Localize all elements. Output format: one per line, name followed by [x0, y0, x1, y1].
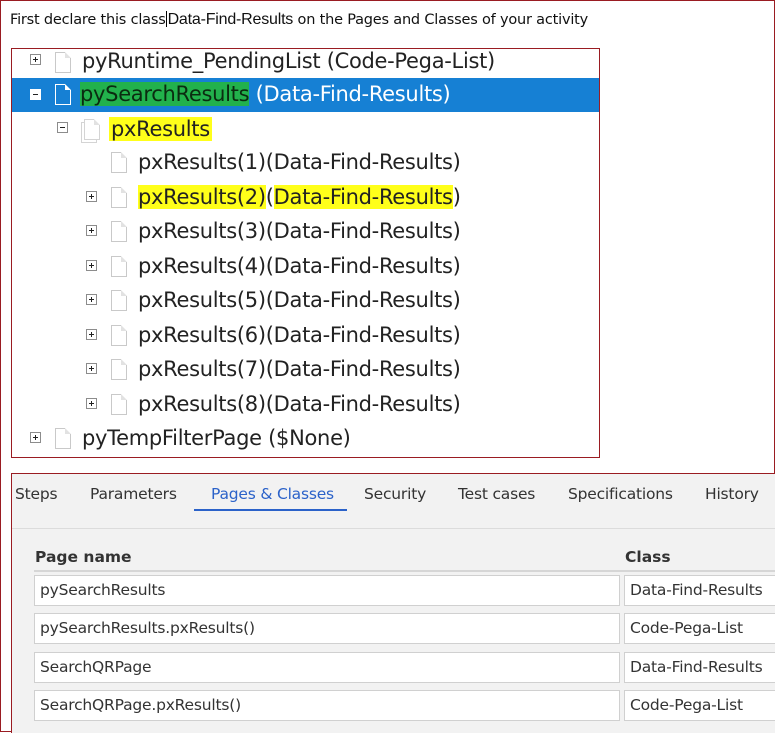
- expand-icon[interactable]: [86, 398, 97, 409]
- tab-pages-and-classes[interactable]: Pages & Classes: [211, 485, 334, 503]
- tree-node-label: pxResults(3)(Data-Find-Results): [138, 219, 461, 243]
- page-icon: [111, 325, 127, 346]
- collapse-icon[interactable]: [30, 89, 41, 100]
- tree-node-pxresults-7[interactable]: pxResults(7)(Data-Find-Results): [12, 354, 599, 387]
- class-field[interactable]: Data-Find-Results: [624, 652, 775, 683]
- page-icon: [111, 359, 127, 380]
- expand-icon[interactable]: [86, 191, 97, 202]
- tree-node-label: pxResults(8)(Data-Find-Results): [138, 392, 461, 416]
- page-icon: [55, 84, 71, 105]
- page-icon: [111, 152, 127, 173]
- page-name-field[interactable]: SearchQRPage.pxResults(): [34, 690, 620, 721]
- tree-node-label: pxResults(5)(Data-Find-Results): [138, 288, 461, 312]
- expand-icon[interactable]: [30, 54, 41, 65]
- page-name-field[interactable]: pySearchResults: [34, 575, 620, 606]
- active-tab-underline: [194, 509, 347, 511]
- expand-icon[interactable]: [86, 225, 97, 236]
- page-icon: [111, 256, 127, 277]
- class-field[interactable]: Data-Find-Results: [624, 575, 775, 606]
- page-icon: [55, 52, 71, 73]
- tree-node-pxresults[interactable]: pxResults: [12, 113, 599, 146]
- tab-bar: Steps Parameters Pages & Classes Securit…: [12, 474, 775, 520]
- tree-node-pxresults-8[interactable]: pxResults(8)(Data-Find-Results): [12, 389, 599, 422]
- page-name-field[interactable]: SearchQRPage: [34, 652, 620, 683]
- tree-node-pxresults-5[interactable]: pxResults(5)(Data-Find-Results): [12, 285, 599, 318]
- instruction-suffix: on the Pages and Classes of your activit…: [293, 12, 589, 28]
- page-icon: [111, 221, 127, 242]
- tree-node-class: (Data-Find-Results): [249, 82, 451, 106]
- tab-security[interactable]: Security: [364, 485, 426, 503]
- class-field[interactable]: Code-Pega-List: [624, 690, 775, 721]
- tree-node-pysearchresults[interactable]: pySearchResults (Data-Find-Results): [12, 78, 599, 112]
- tab-steps[interactable]: Steps: [15, 485, 58, 503]
- tree-node-label: pySearchResults (Data-Find-Results): [80, 82, 451, 106]
- tree-node-label: pxResults: [109, 117, 212, 141]
- tree-node-pxresults-4[interactable]: pxResults(4)(Data-Find-Results): [12, 251, 599, 284]
- instruction-text: First declare this class Data-Find-Result…: [10, 11, 588, 29]
- instruction-prefix: First declare this class: [10, 12, 166, 28]
- column-header-class: Class: [625, 548, 671, 566]
- tree-node-label: pxResults(1)(Data-Find-Results): [138, 150, 461, 174]
- page-name-field[interactable]: pySearchResults.pxResults(): [34, 613, 620, 644]
- tree-node-label: pxResults(2)(Data-Find-Results): [138, 185, 461, 209]
- tree-node-pxresults-2[interactable]: pxResults(2)(Data-Find-Results): [12, 182, 599, 215]
- class-field[interactable]: Code-Pega-List: [624, 613, 775, 644]
- clipboard-tree: pyRuntime_PendingList (Code-Pega-List) p…: [11, 48, 600, 458]
- expand-icon[interactable]: [86, 260, 97, 271]
- highlight-yellow: Data-Find-Results: [273, 185, 453, 209]
- tree-node-pxresults-6[interactable]: pxResults(6)(Data-Find-Results): [12, 320, 599, 353]
- highlight-yellow: pxResults(2): [138, 185, 266, 209]
- page-icon: [111, 290, 127, 311]
- expand-icon[interactable]: [86, 329, 97, 340]
- tree-node-label: pyRuntime_PendingList (Code-Pega-List): [82, 49, 495, 73]
- activity-rule-panel: Steps Parameters Pages & Classes Securit…: [11, 473, 775, 733]
- tree-node-label: pyTempFilterPage ($None): [82, 426, 351, 450]
- column-header-page-name: Page name: [35, 548, 132, 566]
- page-icon: [111, 187, 127, 208]
- expand-icon[interactable]: [86, 363, 97, 374]
- highlight-green: pySearchResults: [80, 82, 250, 106]
- tree-node-paren: (: [265, 185, 274, 209]
- instruction-class-name: Data-Find-Results: [167, 11, 294, 28]
- tree-node-pxresults-3[interactable]: pxResults(3)(Data-Find-Results): [12, 216, 599, 249]
- tree-node-label: pxResults(7)(Data-Find-Results): [138, 357, 461, 381]
- tree-node-label: pxResults(4)(Data-Find-Results): [138, 254, 461, 278]
- collapse-icon[interactable]: [57, 122, 68, 133]
- page-list-icon: [84, 119, 100, 140]
- text-cursor: [165, 11, 167, 27]
- page-icon: [55, 428, 71, 449]
- expand-icon[interactable]: [86, 294, 97, 305]
- tree-node-paren: ): [452, 185, 461, 209]
- tab-parameters[interactable]: Parameters: [90, 485, 177, 503]
- expand-icon[interactable]: [30, 432, 41, 443]
- tab-specifications[interactable]: Specifications: [568, 485, 673, 503]
- tree-node-label: pxResults(6)(Data-Find-Results): [138, 323, 461, 347]
- tree-node-pxresults-1[interactable]: pxResults(1)(Data-Find-Results): [12, 147, 599, 180]
- tab-history[interactable]: History: [705, 485, 759, 503]
- header-divider: [34, 570, 775, 572]
- tab-test-cases[interactable]: Test cases: [458, 485, 535, 503]
- page-icon: [111, 394, 127, 415]
- tree-node-pytempfilterpage[interactable]: pyTempFilterPage ($None): [12, 423, 599, 456]
